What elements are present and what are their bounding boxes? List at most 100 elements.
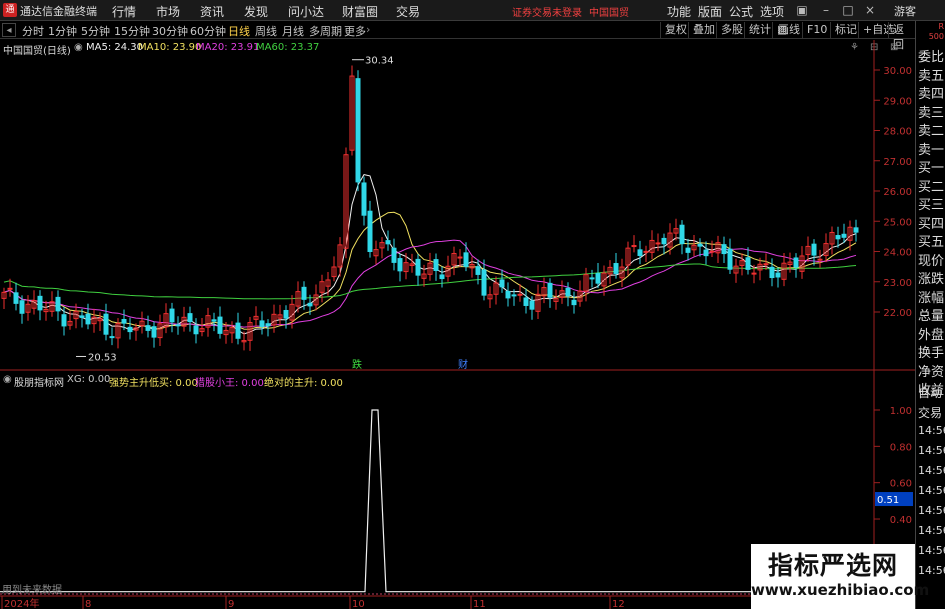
- x-tick-label: 11: [473, 599, 486, 609]
- candle-body: [589, 277, 595, 280]
- candle-body: [283, 309, 289, 319]
- candle-body: [613, 263, 619, 274]
- quote-item-label: 买一: [918, 161, 945, 176]
- auto-trade-label[interactable]: 交易: [918, 404, 942, 421]
- candle-body: [367, 210, 373, 252]
- candle-body: [661, 237, 667, 245]
- candle-body: [439, 274, 445, 280]
- watermark-url: www.xuezhibiao.com: [751, 581, 930, 599]
- quote-item-label: 净资: [918, 364, 945, 380]
- badge-500: 500: [928, 32, 944, 41]
- candle-body: [391, 247, 397, 263]
- trade-time: 14:56: [918, 444, 945, 457]
- candle-body: [853, 227, 859, 233]
- indicator-xg: XG: 0.00: [67, 374, 111, 385]
- quote-item-label: 外盘: [918, 327, 945, 343]
- candle-body: [505, 290, 511, 299]
- candle-body: [85, 313, 91, 325]
- candle-body: [259, 320, 265, 328]
- candle-body: [499, 279, 505, 288]
- quote-item-label: 委比: [918, 50, 945, 65]
- candle-body: [841, 233, 847, 238]
- y-tick-label: 26.00: [883, 187, 912, 198]
- candle-body: [763, 263, 769, 266]
- trade-time: 14:56: [918, 424, 945, 437]
- quote-item-label: 卖二: [918, 124, 945, 139]
- y-tick-label: 29.00: [883, 96, 912, 107]
- candle-body: [745, 257, 751, 270]
- candle-body: [463, 252, 469, 267]
- badge-r: R: [938, 22, 944, 31]
- candle-body: [397, 258, 403, 272]
- y-tick-label: 22.00: [883, 308, 912, 319]
- candle-body: [529, 300, 535, 310]
- candle-body: [121, 319, 127, 324]
- candle-body: [55, 296, 61, 312]
- quote-item-label: 卖四: [918, 87, 945, 102]
- candle-body: [145, 325, 151, 331]
- candle-body: [517, 293, 523, 296]
- y-tick-label: 27.00: [883, 157, 912, 168]
- candle-body: [547, 282, 553, 298]
- candle-body: [811, 243, 817, 256]
- indicator-signal-line: [0, 409, 874, 593]
- candle-body: [415, 258, 421, 276]
- watermark: 指标严选网 www.xuezhibiao.com: [751, 544, 930, 609]
- candle-body: [187, 313, 193, 323]
- candle-body: [631, 245, 637, 248]
- trade-time: 14:56: [918, 544, 945, 557]
- candle-body: [103, 313, 109, 335]
- candle-body: [175, 324, 181, 327]
- x-tick-label: 8: [85, 599, 91, 609]
- candle-body: [37, 295, 43, 311]
- trade-time: 14:56: [918, 484, 945, 497]
- x-tick-label: 12: [612, 599, 625, 609]
- event-marker-finance: 财: [458, 358, 468, 371]
- quote-item-label: 买三: [918, 198, 945, 213]
- candle-body: [685, 247, 691, 253]
- y-tick-label: 24.00: [883, 248, 912, 259]
- candle-body: [751, 272, 757, 275]
- candle-body: [193, 325, 199, 335]
- auto-trade-label[interactable]: 自动: [918, 384, 942, 401]
- x-tick-label: 9: [228, 599, 234, 609]
- kline-chart[interactable]: 30.00 29.00 28.00 27.00 26.00 25.00 24.00 23.00…: [0, 0, 915, 609]
- quote-item-label: 买二: [918, 179, 945, 195]
- dropdown-circle-icon[interactable]: ◉: [3, 374, 12, 385]
- candle-body: [511, 294, 517, 297]
- x-tick-label: 10: [352, 599, 365, 609]
- future-data-hint: 用到未来数据: [2, 585, 62, 596]
- candle-body: [385, 240, 391, 245]
- quote-item-label: 买四: [918, 216, 945, 232]
- event-marker-drop: 跌: [352, 358, 362, 371]
- level-badge[interactable]: R 500: [918, 22, 944, 44]
- candle-body: [265, 323, 271, 327]
- candle-body: [565, 287, 571, 297]
- high-price-label: 30.34: [365, 56, 394, 67]
- quote-item-label: 卖五: [918, 68, 945, 84]
- candle-body: [709, 250, 715, 253]
- indicator-strong-low-buy: 强势主升低买: 0.00: [109, 378, 198, 389]
- y-tick-label: 28.00: [883, 127, 912, 138]
- watermark-title: 指标严选网: [767, 551, 898, 580]
- candle-body: [307, 302, 313, 307]
- current-value-label: 0.51: [877, 495, 899, 506]
- quote-item-label: 现价: [918, 253, 945, 269]
- candle-body: [7, 287, 13, 290]
- candle-body: [109, 336, 115, 339]
- candle-body: [793, 257, 799, 268]
- y-tick-label: 30.00: [883, 66, 912, 77]
- trade-time: 14:56: [918, 524, 945, 537]
- quote-item-label: 买五: [918, 235, 945, 250]
- sub-y-tick-label: 0.80: [890, 442, 912, 453]
- candle-body: [775, 272, 781, 278]
- candle-body: [13, 292, 19, 304]
- candle-body: [475, 266, 481, 275]
- x-tick-label: 2024年: [4, 597, 39, 609]
- candle-body: [835, 235, 841, 240]
- sub-y-tick-label: 0.60: [890, 479, 912, 490]
- trade-time: 14:56: [918, 564, 945, 577]
- quote-item-label: 卖三: [918, 105, 945, 121]
- sub-y-tick-label: 1.00: [890, 406, 912, 417]
- candle-body: [817, 258, 823, 261]
